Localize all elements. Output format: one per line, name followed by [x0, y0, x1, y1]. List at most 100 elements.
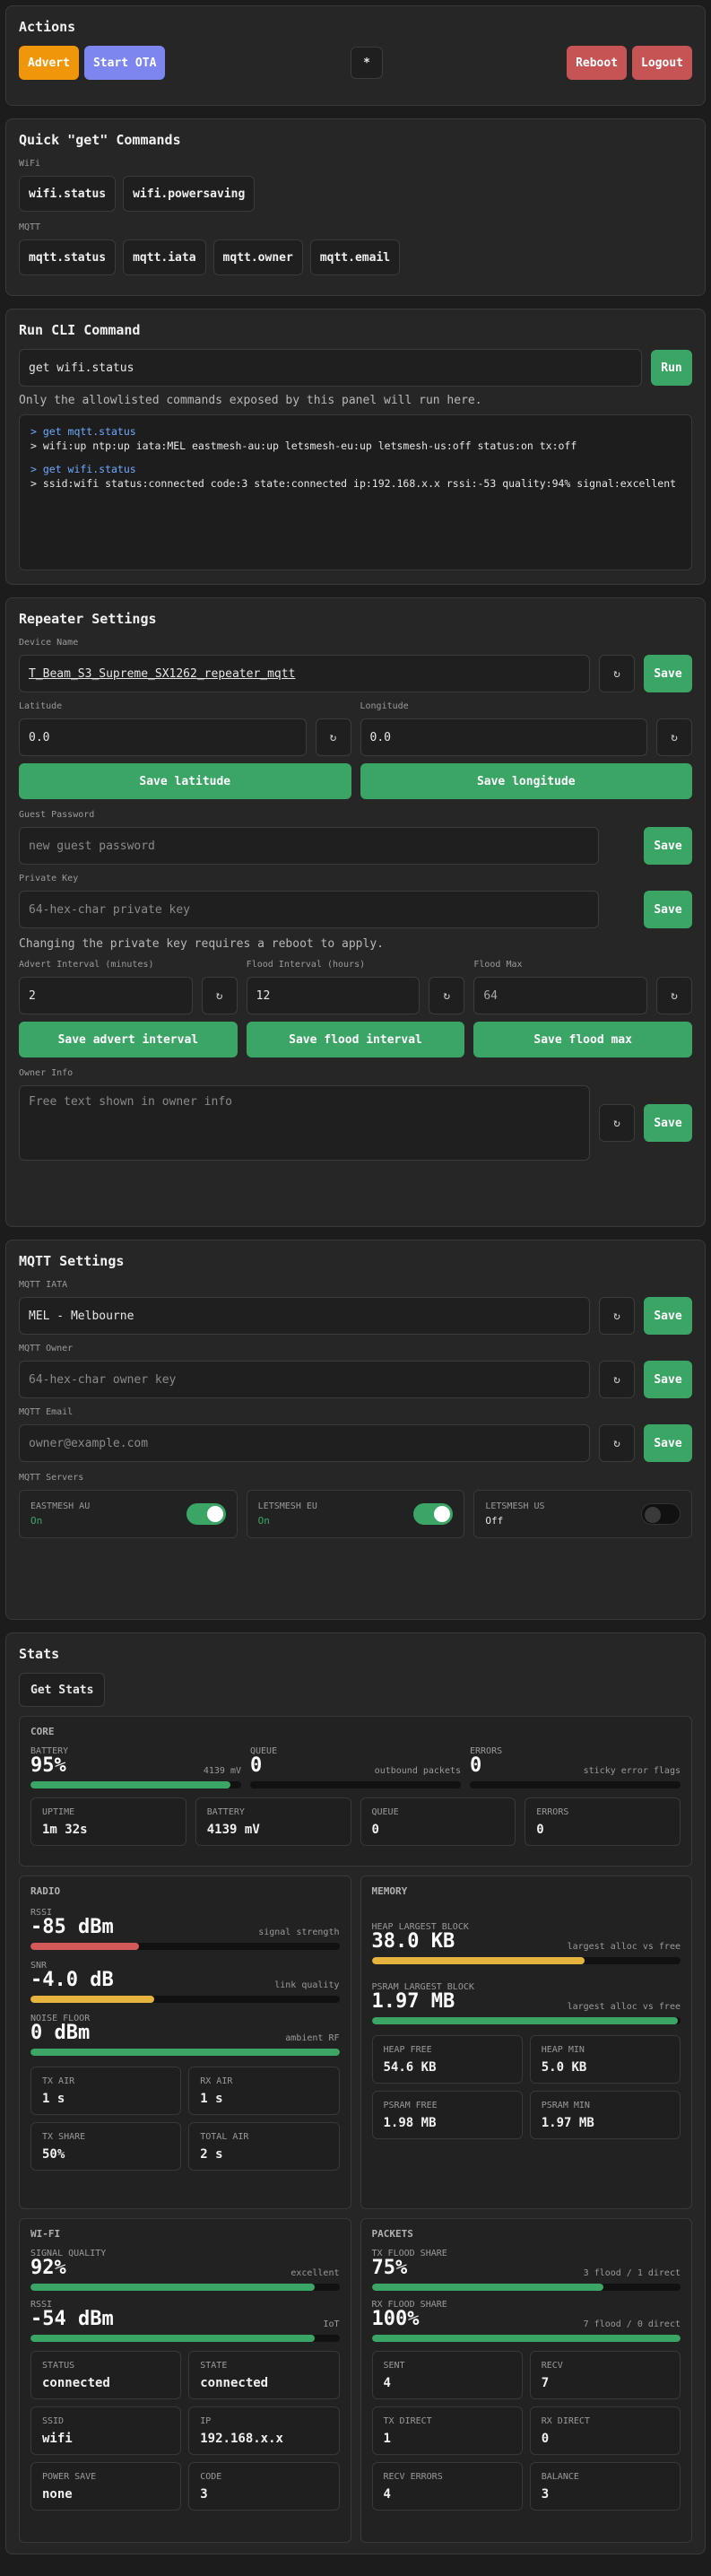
- longitude-label: Longitude: [360, 701, 409, 711]
- advert-button[interactable]: Advert: [19, 46, 79, 80]
- logout-button[interactable]: Logout: [632, 46, 692, 80]
- mqtt-owner-label: MQTT Owner: [19, 1344, 74, 1353]
- errors-label: ERRORS: [470, 1746, 503, 1756]
- repeater-title: Repeater Settings: [19, 611, 157, 627]
- wifi-stat-power-save: POWER SAVE none: [30, 2462, 182, 2511]
- reset-icon[interactable]: ↻: [599, 1361, 635, 1398]
- reset-icon[interactable]: ↻: [656, 977, 693, 1014]
- private-key-input[interactable]: 64-hex-char private key: [19, 891, 599, 928]
- noise-floor-bar-fill: [30, 2049, 340, 2056]
- latitude-input[interactable]: 0.0: [19, 718, 307, 756]
- flood-interval-label: Flood Interval (hours): [246, 960, 366, 970]
- tx-flood-share-label: TX FLOOD SHARE: [371, 2249, 447, 2258]
- save-private-key-button[interactable]: Save: [644, 891, 692, 928]
- start-ota-button[interactable]: Start OTA: [83, 46, 166, 80]
- cli-command-input[interactable]: get wifi.status: [19, 349, 642, 387]
- actions-title: Actions: [19, 19, 76, 35]
- cli-output: > get mqtt.status > wifi:up ntp:up iata:…: [19, 414, 692, 570]
- flood-max-label: Flood Max: [473, 960, 523, 970]
- stats-title: Stats: [19, 1646, 60, 1662]
- memory-stat-psram-min: PSRAM MIN 1.97 MB: [529, 2091, 681, 2139]
- quick-mqtt-status[interactable]: mqtt.status: [19, 239, 117, 275]
- core-stat-battery: BATTERY 4139 mV: [195, 1797, 351, 1846]
- wifi-stat-code: CODE 3: [188, 2462, 340, 2511]
- guest-password-label: Guest Password: [19, 810, 95, 820]
- save-latitude-button[interactable]: Save latitude: [19, 763, 351, 799]
- save-flood-max-button[interactable]: Save flood max: [473, 1022, 693, 1057]
- mqtt-settings-card: MQTT Settings MQTT IATA MEL - Melbourne …: [5, 1240, 706, 1620]
- reset-icon[interactable]: ↻: [429, 977, 465, 1014]
- advert-interval-input[interactable]: 2: [19, 977, 193, 1014]
- flood-max-input[interactable]: 64: [473, 977, 648, 1014]
- packets-stat-tx-direct: TX DIRECT 1: [371, 2406, 523, 2455]
- packets-title: PACKETS: [371, 2228, 413, 2240]
- save-advert-interval-button[interactable]: Save advert interval: [19, 1022, 238, 1057]
- quick-wifi-powersaving[interactable]: wifi.powersaving: [123, 176, 256, 212]
- save-mqtt-iata-button[interactable]: Save: [644, 1297, 692, 1335]
- rssi-bar: [30, 1943, 340, 1950]
- reset-icon[interactable]: ↻: [599, 1104, 635, 1142]
- server-letsmesh-eu: LETSMESH EU On: [246, 1490, 465, 1538]
- reset-icon[interactable]: ↻: [201, 977, 238, 1014]
- heap-largest-bar-fill: [371, 1957, 585, 1964]
- wifi-rssi-bar-fill: [30, 2335, 315, 2342]
- server-name: LETSMESH US: [485, 1501, 545, 1511]
- psram-largest-hint: largest alloc vs free: [567, 2002, 681, 2012]
- noise-floor-hint: ambient RF: [285, 2033, 340, 2043]
- tx-flood-share-bar: [371, 2284, 681, 2291]
- server-toggle[interactable]: [186, 1503, 226, 1525]
- core-panel: CORE BATTERY 95% 4139 mV QUEUE 0 outboun…: [19, 1716, 692, 1867]
- rx-flood-share-hint: 7 flood / 0 direct: [583, 2319, 681, 2329]
- battery-mv: 4139 mV: [203, 1766, 241, 1776]
- packets-stat-sent: SENT 4: [371, 2351, 523, 2399]
- server-toggle[interactable]: [641, 1503, 681, 1525]
- mqtt-email-input[interactable]: owner@example.com: [19, 1424, 590, 1462]
- wifi-group-label: WiFi: [19, 159, 41, 169]
- get-stats-button[interactable]: Get Stats: [19, 1673, 106, 1707]
- mqtt-owner-input[interactable]: 64-hex-char owner key: [19, 1361, 590, 1398]
- save-device-name-button[interactable]: Save: [644, 655, 692, 692]
- quick-mqtt-iata[interactable]: mqtt.iata: [123, 239, 206, 275]
- radio-panel: RADIO RSSI -85 dBm signal strength SNR -…: [19, 1875, 351, 2209]
- save-longitude-button[interactable]: Save longitude: [360, 763, 692, 799]
- reset-icon[interactable]: ↻: [599, 1297, 635, 1335]
- battery-value: 95%: [30, 1754, 66, 1777]
- owner-info-label: Owner Info: [19, 1068, 74, 1078]
- snr-hint: link quality: [274, 1980, 340, 1990]
- flood-interval-input[interactable]: 12: [246, 977, 421, 1014]
- save-mqtt-owner-button[interactable]: Save: [644, 1361, 692, 1398]
- wifi-rssi-hint: IoT: [323, 2319, 340, 2329]
- reset-icon[interactable]: ↻: [599, 1424, 635, 1462]
- server-toggle[interactable]: [413, 1503, 454, 1525]
- guest-password-input[interactable]: new guest password: [19, 827, 599, 865]
- repeater-settings-card: Repeater Settings Device Name T_Beam_S3_…: [5, 597, 706, 1227]
- private-key-label: Private Key: [19, 874, 79, 883]
- reset-icon[interactable]: ↻: [599, 655, 635, 692]
- psram-largest-bar-fill: [371, 2017, 678, 2024]
- owner-info-textarea[interactable]: Free text shown in owner info: [19, 1085, 590, 1161]
- server-eastmesh-au: EASTMESH AU On: [19, 1490, 238, 1538]
- heap-largest-hint: largest alloc vs free: [567, 1942, 681, 1952]
- quick-mqtt-owner[interactable]: mqtt.owner: [212, 239, 303, 275]
- save-mqtt-email-button[interactable]: Save: [644, 1424, 692, 1462]
- device-name-input[interactable]: T_Beam_S3_Supreme_SX1262_repeater_mqtt: [19, 655, 590, 692]
- save-guest-password-button[interactable]: Save: [644, 827, 692, 865]
- quick-mqtt-email[interactable]: mqtt.email: [309, 239, 401, 275]
- mqtt-iata-input[interactable]: MEL - Melbourne: [19, 1297, 590, 1335]
- radio-title: RADIO: [30, 1885, 61, 1897]
- reset-icon[interactable]: ↻: [315, 718, 351, 756]
- rssi-bar-fill: [30, 1943, 139, 1950]
- longitude-input[interactable]: 0.0: [360, 718, 647, 756]
- quick-wifi-status[interactable]: wifi.status: [19, 176, 117, 212]
- stats-card: Stats Get Stats CORE BATTERY 95% 4139 mV…: [5, 1632, 706, 2554]
- core-title: CORE: [30, 1726, 55, 1737]
- noise-floor-bar: [30, 2049, 340, 2056]
- cli-output-response: > wifi:up ntp:up iata:MEL eastmesh-au:up…: [30, 439, 577, 452]
- reset-icon[interactable]: ↻: [656, 718, 692, 756]
- theme-toggle-button[interactable]: *: [351, 47, 383, 79]
- save-owner-info-button[interactable]: Save: [644, 1104, 692, 1142]
- reboot-button[interactable]: Reboot: [567, 46, 628, 80]
- save-flood-interval-button[interactable]: Save flood interval: [246, 1022, 465, 1057]
- packets-panel: PACKETS TX FLOOD SHARE 75% 3 flood / 1 d…: [360, 2218, 692, 2543]
- run-button[interactable]: Run: [651, 350, 692, 386]
